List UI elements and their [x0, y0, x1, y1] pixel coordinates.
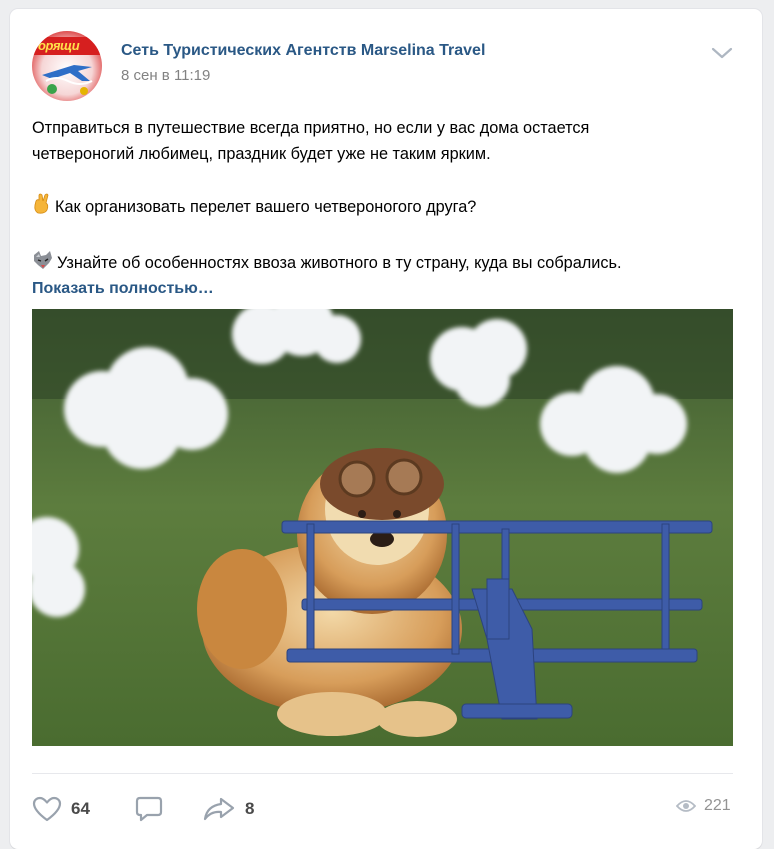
- post-text-line: Узнайте об особенностях ввоза животного …: [57, 254, 622, 272]
- community-avatar[interactable]: орящи: [32, 31, 102, 101]
- wolf-icon: [32, 249, 54, 279]
- like-button[interactable]: 64: [32, 795, 90, 823]
- crossed-fingers-icon: [32, 193, 52, 223]
- chevron-down-icon[interactable]: [710, 45, 734, 61]
- eye-icon: [676, 800, 696, 812]
- heart-icon: [32, 796, 62, 822]
- post-text: Отправиться в путешествие всегда приятно…: [32, 115, 732, 279]
- share-count: 8: [245, 799, 255, 818]
- post-date[interactable]: 8 сен в 11:19: [121, 67, 210, 84]
- avatar-logo-text: орящи: [38, 38, 80, 53]
- show-more-link[interactable]: Показать полностью…: [32, 280, 214, 298]
- share-icon: [203, 797, 235, 821]
- post-card: орящи Сеть Туристических Агентств Marsel…: [10, 9, 762, 849]
- post-divider: [32, 773, 733, 774]
- dog-pilot-photo: [32, 309, 733, 746]
- post-text-line: Отправиться в путешествие всегда приятно…: [32, 119, 590, 137]
- community-name-link[interactable]: Сеть Туристических Агентств Marselina Tr…: [121, 42, 485, 60]
- post-text-line: четвероногий любимец, праздник будет уже…: [32, 145, 491, 163]
- like-count: 64: [71, 799, 90, 818]
- post-photo[interactable]: [32, 309, 733, 746]
- share-button[interactable]: 8: [202, 795, 254, 823]
- comment-button[interactable]: [134, 795, 164, 823]
- post-text-line-wrapper: Как организовать перелет вашего четверон…: [32, 193, 732, 223]
- post-text-line-wrapper: Узнайте об особенностях ввоза животного …: [32, 249, 732, 279]
- comment-icon: [135, 796, 163, 822]
- views-counter: 221: [676, 797, 731, 815]
- view-count: 221: [704, 797, 731, 814]
- post-text-line: Как организовать перелет вашего четверон…: [55, 198, 477, 216]
